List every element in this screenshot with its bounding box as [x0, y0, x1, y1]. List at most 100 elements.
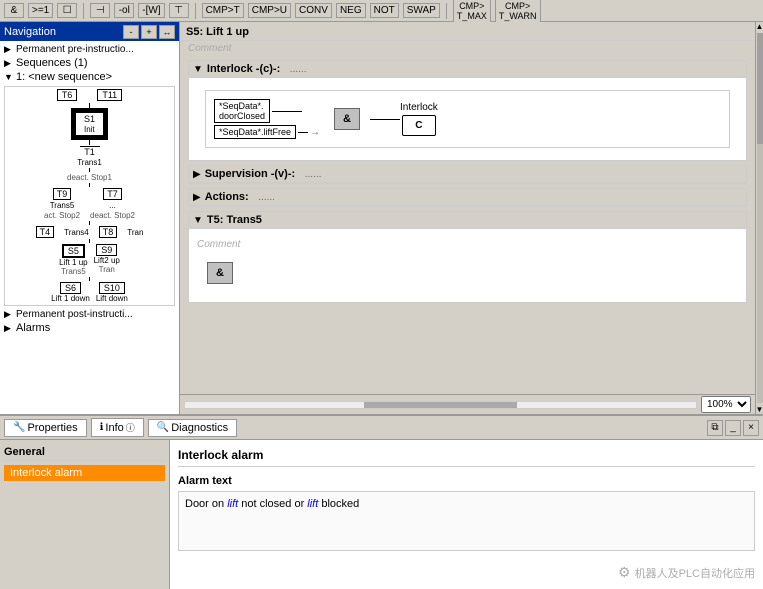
zoom-select[interactable]: 100% 50% 75% 125% 150% — [701, 396, 751, 413]
expand-icon: ▶ — [193, 192, 201, 203]
bottom-left-panel: General Interlock alarm — [0, 440, 170, 589]
zoom-bar: 100% 50% 75% 125% 150% — [180, 394, 755, 414]
alarm-text-lift2: lift — [307, 498, 318, 510]
nav-item-alarms[interactable]: ▶ Alarms — [2, 321, 177, 335]
tab-properties[interactable]: 🔧 Properties — [4, 419, 87, 437]
actions-dots: ...... — [253, 192, 275, 203]
actions-label: Actions: — [205, 191, 249, 203]
sfc-nav-diagram: T6 T11 S1Init T1 Trans1 deact. Stop1 — [4, 86, 175, 306]
t5-section: ▼ T5: Trans5 Comment & — [188, 211, 747, 303]
interlock-header[interactable]: ▼ Interlock -(c)-: ...... — [189, 61, 746, 78]
supervision-label: Supervision -(v)-: — [205, 168, 295, 180]
toolbar-conv[interactable]: CONV — [295, 3, 332, 18]
watermark-text: 机器人及PLC自动化应用 — [635, 565, 755, 581]
nav-item-sequences[interactable]: ▶ Sequences (1) — [2, 56, 177, 70]
toolbar-neg1[interactable]: ⊣ — [90, 3, 110, 18]
panel-close-btn[interactable]: × — [743, 420, 759, 436]
contact-2-row: *SeqData*.liftFree → — [214, 125, 320, 139]
nav-item-label: Permanent pre-instructio... — [16, 44, 134, 55]
main-layout: Navigation - + ↔ ▶ Permanent pre-instruc… — [0, 22, 763, 414]
nav-tree[interactable]: ▶ Permanent pre-instructio... ▶ Sequence… — [0, 41, 179, 414]
nav-zoom-in[interactable]: + — [141, 25, 157, 39]
bottom-panel: 🔧 Properties ℹ Info ⓘ 🔍 Diagnostics ⧉ _ … — [0, 414, 763, 589]
nav-item-label: Permanent post-instructi... — [16, 309, 133, 320]
arrow-icon: ▶ — [4, 309, 14, 320]
panel-minimize-btn[interactable]: _ — [725, 420, 741, 436]
contact-1-row: *SeqData*. doorClosed — [214, 99, 320, 123]
toolbar-cmpu[interactable]: CMP>U — [248, 3, 291, 18]
toolbar-wire[interactable]: -[W] — [138, 3, 164, 18]
interlock-dots: ...... — [284, 64, 306, 75]
watermark: ⚙ 机器人及PLC自动化应用 — [618, 564, 755, 581]
nav-item-label: Alarms — [16, 322, 50, 334]
coil-box: C — [402, 115, 435, 136]
scroll-track[interactable] — [757, 33, 763, 403]
expand-icon: ▼ — [193, 64, 203, 75]
nav-title: Navigation — [4, 26, 56, 38]
t5-label: T5: Trans5 — [207, 214, 262, 226]
supervision-header[interactable]: ▶ Supervision -(v)-: ...... — [189, 166, 746, 183]
panel-detach-btn[interactable]: ⧉ — [707, 420, 723, 436]
interlock-alarm-item[interactable]: Interlock alarm — [4, 465, 165, 481]
nav-zoom-out[interactable]: - — [123, 25, 139, 39]
toolbar-cmptmax[interactable]: CMP>T_MAX — [453, 0, 491, 23]
wire-to-coil — [370, 119, 400, 120]
properties-icon: 🔧 — [13, 422, 25, 433]
toolbar-ampersand[interactable]: & — [4, 3, 24, 18]
toolbar-neg[interactable]: NEG — [336, 3, 366, 18]
nav-panel: Navigation - + ↔ ▶ Permanent pre-instruc… — [0, 22, 180, 414]
diagram-scroll[interactable]: Comment ▼ Interlock -(c)-: ...... — [180, 41, 755, 394]
toolbar-cmptw[interactable]: CMP>T_WARN — [495, 0, 541, 23]
alarm-text-part2: not closed or — [238, 498, 307, 510]
diagnostics-icon: 🔍 — [157, 422, 169, 433]
diagram-main: S5: Lift 1 up Comment ▼ Interlock -(c)-:… — [180, 22, 755, 414]
toolbar-neg2[interactable]: -ol — [114, 3, 134, 18]
toolbar-ge1[interactable]: >=1 — [28, 3, 53, 18]
actions-header[interactable]: ▶ Actions: ...... — [189, 189, 746, 206]
tab-info[interactable]: ℹ Info ⓘ — [91, 418, 144, 437]
diagram-comment: Comment — [180, 41, 755, 56]
tab-diagnostics[interactable]: 🔍 Diagnostics — [148, 419, 237, 437]
arrow-icon: ▶ — [4, 58, 14, 69]
diagram-header: S5: Lift 1 up — [180, 22, 755, 41]
watermark-icon: ⚙ — [618, 564, 631, 581]
arrow-icon: ▼ — [4, 72, 14, 82]
nav-item-label: 1: <new sequence> — [16, 71, 112, 83]
right-scrollbar[interactable]: ▲ ▼ — [755, 22, 763, 414]
alarm-text-lift: lift — [227, 498, 238, 510]
scroll-thumb-v[interactable] — [757, 33, 763, 144]
nav-item-post-instruction[interactable]: ▶ Permanent post-instructi... — [2, 308, 177, 321]
t5-ladder: & — [197, 252, 738, 294]
nav-header: Navigation - + ↔ — [0, 22, 179, 41]
horizontal-scrollbar[interactable] — [184, 401, 697, 409]
expand-icon: ▶ — [193, 169, 201, 180]
supervision-dots: ...... — [299, 169, 321, 180]
toolbar-branch[interactable]: ⊤ — [169, 3, 189, 18]
t5-header[interactable]: ▼ T5: Trans5 — [189, 212, 746, 229]
toolbar-not[interactable]: NOT — [370, 3, 399, 18]
toolbar-swap[interactable]: SWAP — [403, 3, 440, 18]
contact-seqdata-door: *SeqData*. doorClosed — [214, 99, 270, 123]
scroll-down-btn[interactable]: ▼ — [756, 405, 763, 414]
toolbar-cmpt[interactable]: CMP>T — [202, 3, 244, 18]
toolbar-box[interactable]: ☐ — [57, 3, 77, 18]
nav-resize[interactable]: ↔ — [159, 25, 175, 39]
scroll-thumb[interactable] — [364, 402, 517, 408]
scroll-up-btn[interactable]: ▲ — [756, 22, 763, 31]
tab-properties-label: Properties — [27, 422, 77, 434]
t5-body: Comment & — [189, 229, 746, 302]
actions-section: ▶ Actions: ...... — [188, 188, 747, 207]
nav-item-new-sequence[interactable]: ▼ 1: <new sequence> — [2, 70, 177, 84]
and-box: & — [334, 108, 360, 130]
tab-diagnostics-label: Diagnostics — [171, 422, 228, 434]
nav-item-pre-instruction[interactable]: ▶ Permanent pre-instructio... — [2, 43, 177, 56]
bottom-right-panel: Interlock alarm Alarm text Door on lift … — [170, 440, 763, 589]
interlock-section: ▼ Interlock -(c)-: ...... — [188, 60, 747, 161]
interlock-label: Interlock -(c)-: — [207, 63, 280, 75]
sep3 — [446, 3, 447, 19]
contact-seqdata-lift: *SeqData*.liftFree — [214, 125, 296, 139]
diagram-wrapper: S5: Lift 1 up Comment ▼ Interlock -(c)-:… — [180, 22, 763, 414]
diagram-title: S5: Lift 1 up — [186, 26, 249, 38]
bottom-section-general: General — [4, 444, 165, 461]
tab-info-label: Info — [105, 422, 123, 434]
